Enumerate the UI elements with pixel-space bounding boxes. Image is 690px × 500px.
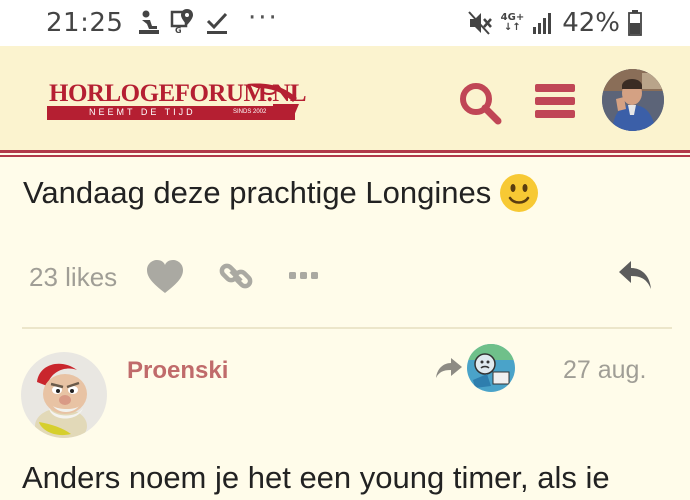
post-1-text: Vandaag deze prachtige Longines bbox=[23, 173, 539, 213]
network-indicator: 4G+ ↓↑ bbox=[501, 13, 525, 33]
search-button[interactable] bbox=[457, 80, 503, 126]
logo-since: SINDS 2002 bbox=[233, 109, 267, 115]
status-right-group: 4G+ ↓↑ 42% bbox=[467, 8, 642, 38]
hamburger-menu-button[interactable] bbox=[535, 82, 577, 120]
header-rule-bottom bbox=[0, 155, 690, 157]
battery-icon bbox=[628, 10, 642, 36]
site-logo[interactable]: HORLOGEFORUM.NL NEEMT DE TIJD SINDS 2002 bbox=[47, 80, 307, 124]
reply-to-indicator[interactable] bbox=[435, 344, 515, 392]
user-avatar-image bbox=[602, 69, 664, 131]
post-2-date[interactable]: 27 aug. bbox=[563, 356, 646, 385]
reply-to-avatar bbox=[467, 344, 515, 392]
search-icon bbox=[460, 83, 502, 125]
likes-count[interactable]: 23 likes bbox=[29, 262, 117, 293]
svg-text:G: G bbox=[175, 26, 182, 35]
like-heart-icon[interactable] bbox=[146, 260, 184, 294]
header-rule-top bbox=[0, 150, 690, 153]
signal-icon bbox=[533, 13, 552, 34]
link-icon[interactable] bbox=[219, 259, 253, 293]
poster-avatar[interactable] bbox=[21, 352, 107, 438]
post-2-username[interactable]: Proenski bbox=[127, 357, 228, 385]
more-dots-icon[interactable] bbox=[289, 270, 319, 282]
post-1-body: Vandaag deze prachtige Longines bbox=[23, 175, 492, 210]
network-arrows: ↓↑ bbox=[504, 22, 521, 33]
user-avatar[interactable] bbox=[602, 69, 664, 131]
reply-to-avatar-image bbox=[467, 344, 515, 392]
overflow-dots: ··· bbox=[248, 3, 279, 33]
reply-icon[interactable] bbox=[617, 259, 653, 291]
check-icon bbox=[206, 12, 228, 34]
mute-icon bbox=[467, 11, 492, 35]
smiling-face-icon bbox=[500, 174, 539, 212]
battery-percent: 42% bbox=[562, 8, 620, 38]
post-divider bbox=[22, 327, 672, 329]
logo-tagline: NEEMT DE TIJD bbox=[89, 107, 196, 117]
person-rowing-icon bbox=[139, 10, 159, 34]
poster-avatar-image bbox=[21, 352, 107, 438]
reply-arrow-icon bbox=[436, 358, 462, 378]
post-2-body: Anders noem je het een young timer, als … bbox=[22, 460, 610, 495]
status-bar: 21:25 G ··· 4G+ ↓↑ 42% bbox=[0, 0, 690, 46]
status-time: 21:25 bbox=[46, 8, 124, 38]
map-pin-icon: G bbox=[170, 9, 193, 35]
